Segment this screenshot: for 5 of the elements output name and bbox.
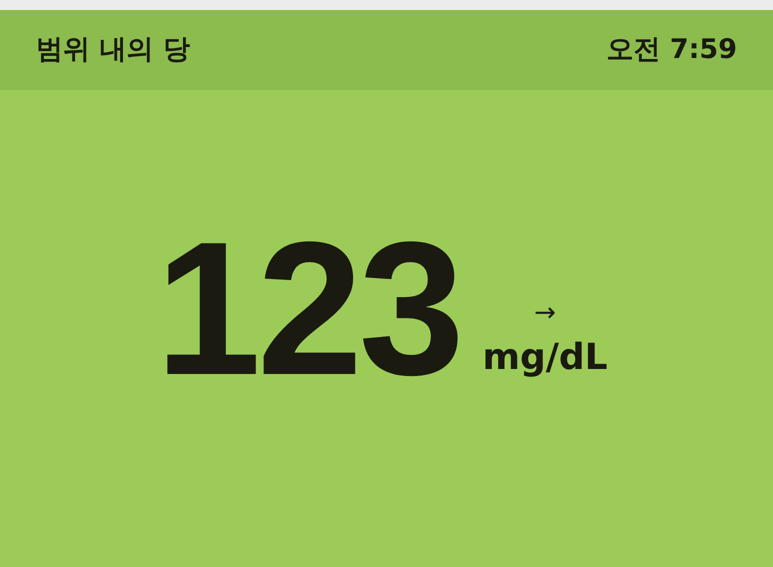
trend-arrow: → [534, 300, 556, 326]
unit-label: mg/dL [482, 340, 608, 376]
clock-time: 오전 7:59 [606, 32, 737, 67]
status-title: 범위 내의 당 [36, 32, 190, 67]
glucose-value: 123 [155, 214, 460, 404]
